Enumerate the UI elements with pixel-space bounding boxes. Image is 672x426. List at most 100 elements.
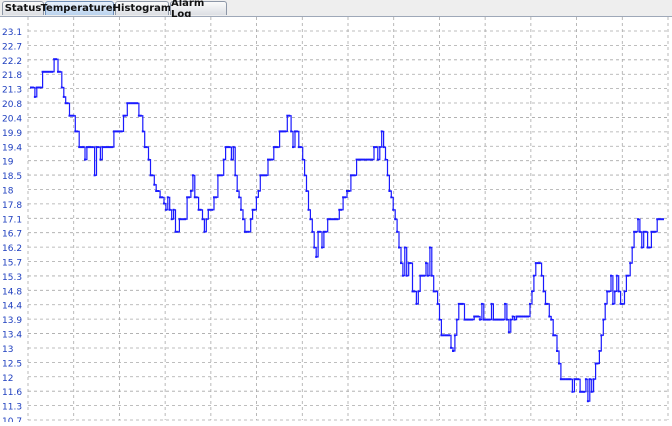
- y-tick-label: 13: [2, 345, 13, 355]
- y-tick-label: 11.3: [2, 403, 22, 413]
- data-point: [145, 146, 148, 149]
- data-point: [122, 114, 125, 117]
- data-point: [380, 130, 383, 133]
- data-point: [112, 130, 115, 133]
- data-point: [367, 158, 370, 161]
- data-point: [425, 262, 427, 265]
- data-point: [236, 190, 239, 192]
- data-point: [525, 315, 528, 318]
- data-point: [633, 230, 636, 233]
- data-point: [492, 318, 495, 321]
- data-point: [109, 146, 111, 149]
- data-point: [469, 318, 472, 321]
- data-point: [161, 196, 163, 199]
- data-point: [151, 174, 154, 177]
- data-point: [475, 315, 478, 318]
- data-point: [423, 274, 426, 277]
- data-point: [430, 274, 433, 277]
- data-point: [87, 146, 90, 149]
- data-point: [322, 230, 325, 233]
- data-point: [654, 230, 657, 233]
- tab-temperatures[interactable]: Temperatures: [41, 1, 118, 15]
- data-point: [58, 70, 61, 73]
- data-point: [400, 262, 402, 265]
- data-point: [559, 378, 562, 381]
- data-point: [309, 218, 312, 221]
- data-point: [207, 208, 210, 211]
- data-point: [521, 315, 524, 318]
- data-point: [191, 174, 194, 177]
- data-point: [292, 146, 294, 149]
- data-point: [101, 146, 104, 149]
- data-point: [382, 146, 385, 149]
- temperature-chart-panel: 23.1 22.7 22.2 21.8 21.3 20.8 20.4 19.9 19.4 19 18…: [0, 17, 672, 426]
- data-point: [611, 302, 614, 305]
- data-point: [230, 158, 233, 161]
- data-point: [276, 146, 279, 149]
- y-tick-label: 19.9: [2, 129, 22, 139]
- data-point: [640, 246, 643, 249]
- data-point: [282, 130, 285, 133]
- data-point: [610, 274, 612, 277]
- data-point: [407, 262, 410, 265]
- data-point: [656, 218, 659, 221]
- data-point: [203, 230, 206, 233]
- data-point: [403, 246, 406, 249]
- tab-bar: Status Temperatures Histogram Alarm Log: [0, 0, 672, 20]
- y-axis-tick-labels: 23.1 22.7 22.2 21.8 21.3 20.8 20.4 19.9 19.4 19 18…: [2, 28, 22, 426]
- data-point: [189, 190, 192, 192]
- data-point: [617, 290, 620, 293]
- data-point: [579, 390, 582, 393]
- data-point: [334, 218, 337, 221]
- data-point: [240, 208, 242, 211]
- data-point: [544, 302, 547, 305]
- data-point: [542, 290, 545, 293]
- data-point: [374, 146, 377, 149]
- data-point: [606, 290, 609, 293]
- data-point: [218, 174, 221, 177]
- data-point: [349, 174, 352, 177]
- data-point: [394, 218, 397, 221]
- data-point: [295, 130, 298, 133]
- data-point: [261, 174, 264, 177]
- data-point: [592, 378, 595, 381]
- data-point: [413, 290, 416, 293]
- data-point: [153, 183, 156, 186]
- data-point: [201, 218, 204, 221]
- data-point: [540, 274, 543, 277]
- data-point: [428, 246, 431, 249]
- y-tick-label: 21.8: [2, 71, 22, 81]
- data-point: [376, 158, 379, 161]
- data-point: [249, 218, 252, 221]
- data-point: [361, 158, 364, 161]
- data-point: [33, 95, 36, 98]
- data-point: [644, 230, 647, 233]
- tab-status[interactable]: Status: [2, 1, 44, 15]
- data-point: [338, 208, 341, 211]
- data-point: [496, 318, 499, 321]
- tab-alarm-log[interactable]: Alarm Log: [170, 0, 227, 20]
- data-point: [193, 196, 196, 199]
- data-point: [307, 208, 310, 211]
- data-point: [114, 130, 117, 133]
- tab-histogram[interactable]: Histogram: [113, 1, 171, 15]
- data-point: [245, 230, 248, 233]
- data-point: [536, 262, 539, 265]
- data-point: [648, 246, 651, 249]
- data-point: [340, 208, 343, 211]
- data-point: [527, 315, 530, 318]
- data-point: [99, 158, 102, 161]
- data-point: [294, 130, 296, 133]
- y-tick-label: 10.7: [2, 417, 22, 422]
- data-point: [650, 230, 653, 233]
- data-point: [600, 334, 603, 337]
- data-point: [463, 318, 466, 321]
- data-point: [157, 190, 160, 192]
- data-point: [448, 334, 451, 337]
- y-tick-label: 18: [2, 186, 14, 196]
- data-point: [220, 174, 223, 177]
- data-point: [242, 218, 244, 221]
- data-point: [45, 70, 48, 73]
- data-point: [243, 230, 246, 233]
- data-point: [452, 350, 454, 352]
